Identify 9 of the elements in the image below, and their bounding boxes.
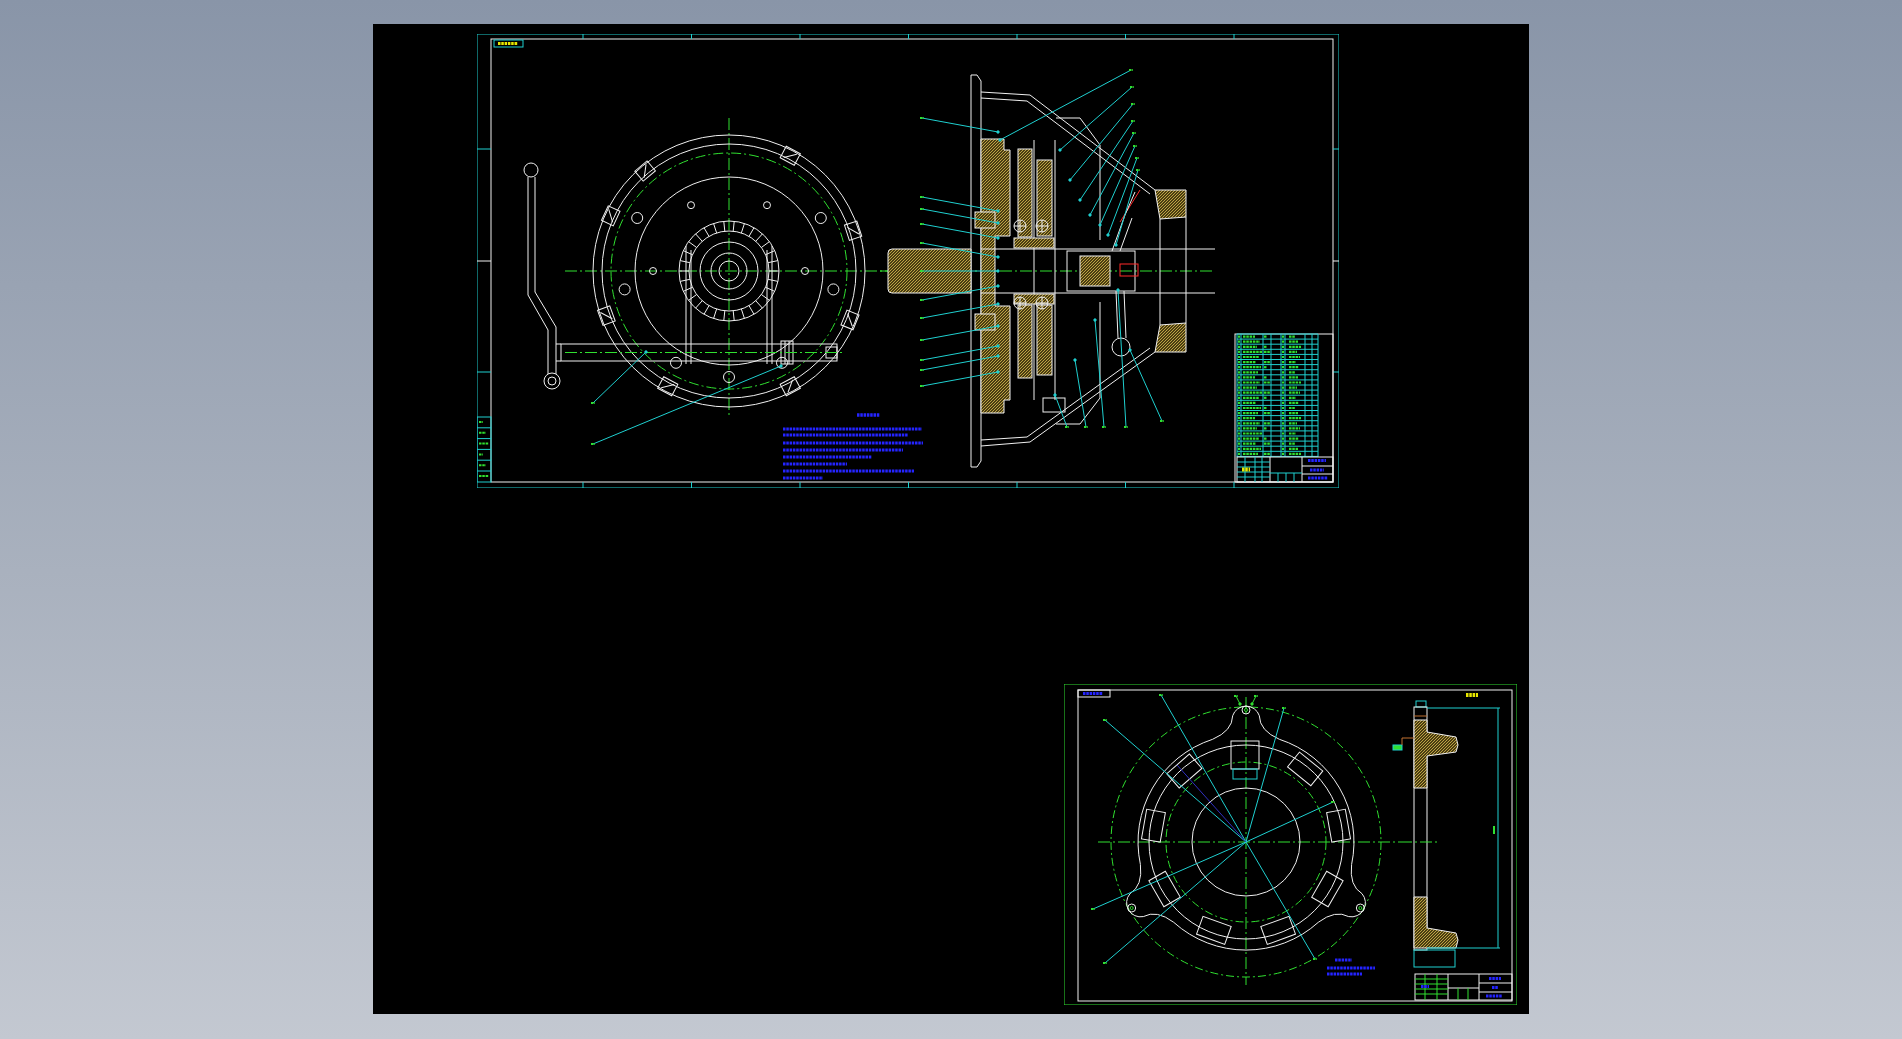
- leader-line: [1250, 695, 1259, 706]
- technical-notes-drawing: [1327, 958, 1375, 976]
- leader-line: [1073, 358, 1089, 428]
- revision-table-drawing: [477, 416, 492, 483]
- section-label-drawing: [1466, 693, 1478, 697]
- sheet-label-drawing: [493, 39, 524, 48]
- leader-line: [1053, 393, 1070, 428]
- leader-line: [1233, 695, 1242, 706]
- sheet-label-drawing: [1077, 689, 1111, 698]
